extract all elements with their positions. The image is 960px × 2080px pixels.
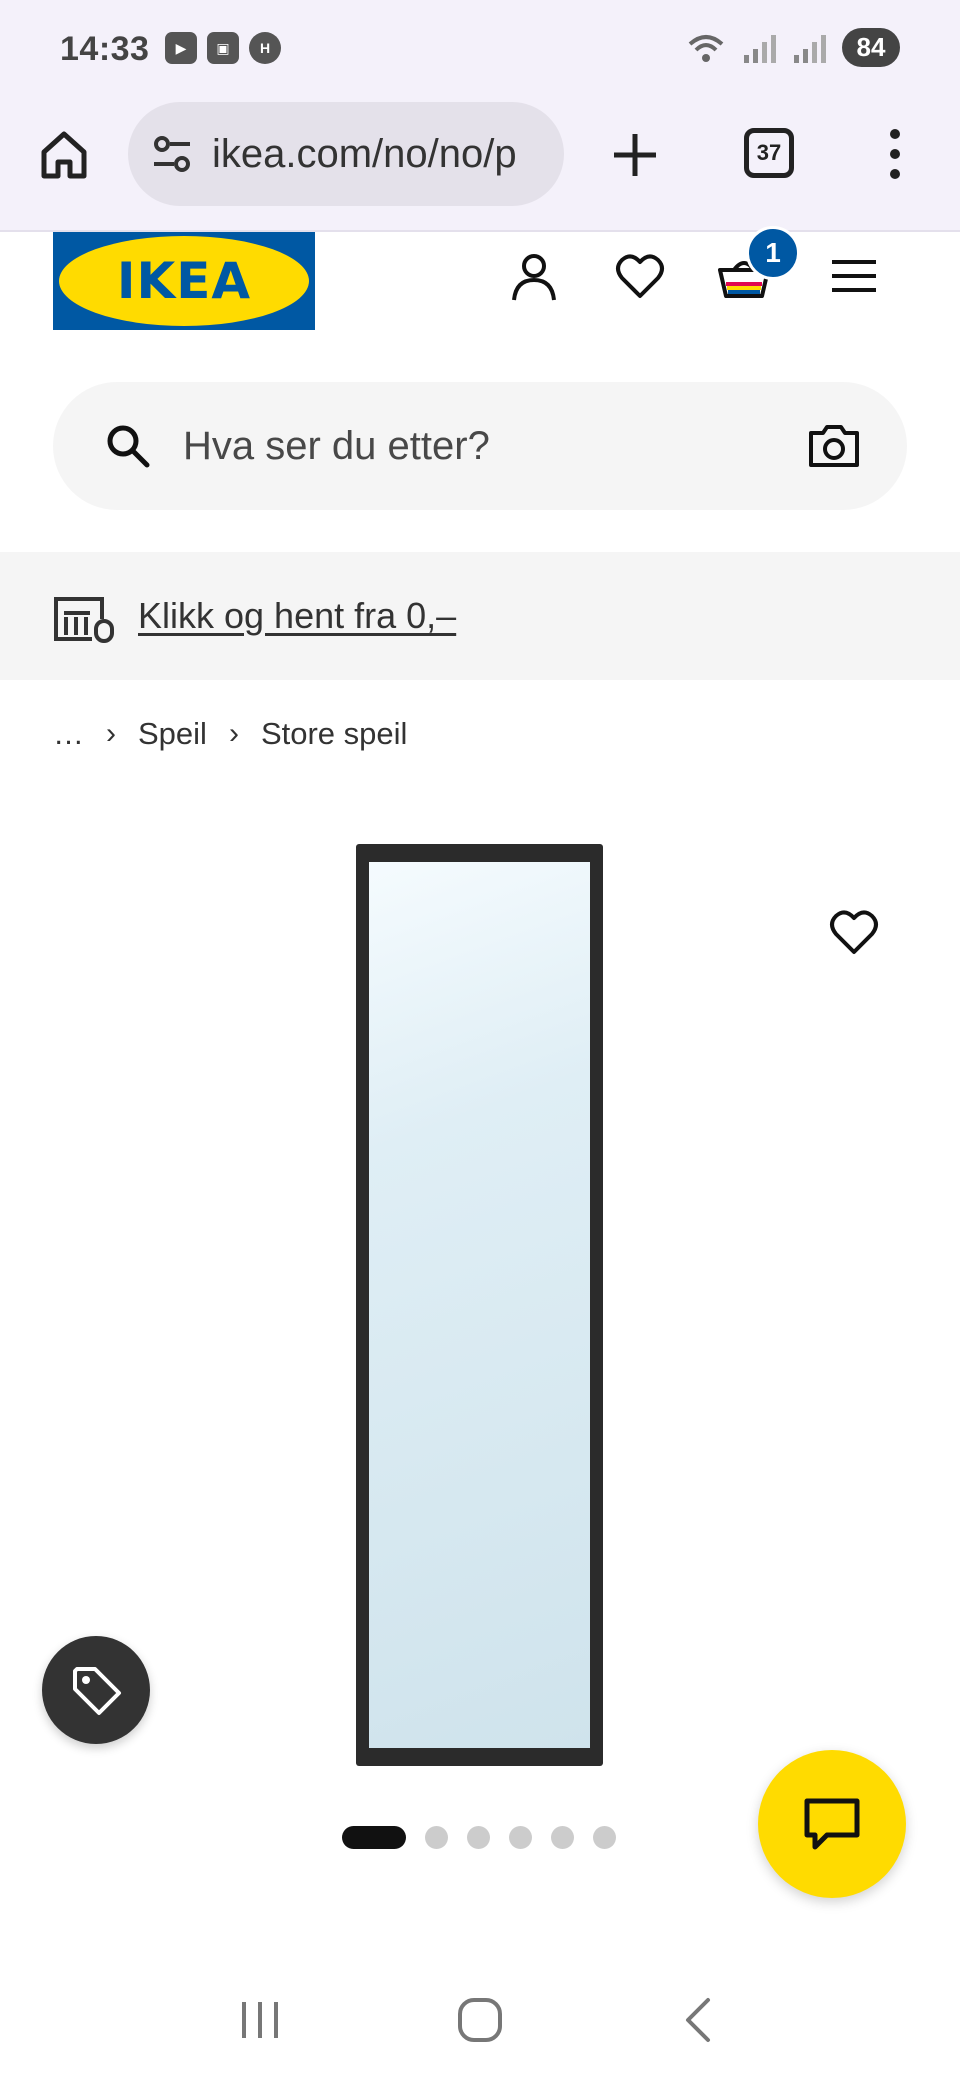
more-options-icon[interactable] [880, 126, 910, 182]
status-bar: 14:33 ▶ ▣ H 84 [0, 0, 960, 96]
system-navigation-bar [0, 1960, 960, 2080]
logo-oval: IKEA [59, 236, 309, 326]
new-tab-icon[interactable] [610, 130, 660, 180]
home-button-icon[interactable] [450, 1990, 510, 2050]
carousel-dot[interactable] [425, 1826, 448, 1849]
screenshot-icon: ▣ [207, 32, 239, 64]
promo-link[interactable]: Klikk og hent fra 0,– [138, 595, 456, 637]
carousel-dot[interactable] [593, 1826, 616, 1849]
youtube-icon: ▶ [165, 32, 197, 64]
heart-icon[interactable] [612, 248, 668, 304]
user-icon[interactable] [506, 248, 562, 304]
chevron-right-icon: › [228, 717, 239, 750]
status-time: 14:33 [60, 30, 150, 68]
cart-count-badge: 1 [746, 226, 800, 280]
product-image[interactable] [356, 844, 603, 1766]
carousel-dot[interactable] [509, 1826, 532, 1849]
hm-icon: H [249, 32, 281, 64]
site-settings-icon[interactable] [150, 132, 194, 176]
price-tag-button[interactable] [42, 1636, 150, 1744]
breadcrumb-item[interactable]: Speil [138, 716, 207, 752]
store-pickup-icon [54, 597, 114, 643]
address-bar[interactable]: ikea.com/no/no/p [128, 102, 564, 206]
ikea-logo[interactable]: IKEA [53, 232, 315, 330]
search-input[interactable]: Hva ser du etter? [53, 382, 907, 510]
camera-icon[interactable] [807, 419, 861, 473]
recent-apps-icon[interactable] [230, 1990, 290, 2050]
carousel-dots [342, 1826, 616, 1849]
carousel-dot[interactable] [551, 1826, 574, 1849]
back-icon[interactable] [670, 1990, 730, 2050]
tag-icon [73, 1667, 121, 1715]
signal-icon [794, 34, 826, 63]
breadcrumb-item[interactable]: Store speil [261, 716, 407, 752]
carousel-dot[interactable] [342, 1826, 406, 1849]
status-notification-icons: ▶ ▣ H [165, 32, 281, 64]
browser-toolbar: ikea.com/no/no/p 37 [0, 96, 960, 232]
click-collect-banner[interactable]: Klikk og hent fra 0,– [0, 552, 960, 680]
breadcrumb: … › Speil › Store speil [53, 716, 407, 752]
search-icon [107, 425, 150, 468]
heart-icon[interactable] [826, 904, 882, 960]
signal-icon [744, 34, 776, 63]
chevron-right-icon: › [106, 717, 116, 750]
search-placeholder: Hva ser du etter? [183, 423, 490, 468]
url-text: ikea.com/no/no/p [212, 131, 517, 176]
home-icon[interactable] [36, 126, 92, 182]
breadcrumb-item[interactable]: … [53, 716, 84, 752]
chat-button[interactable] [758, 1750, 906, 1898]
hamburger-menu-icon[interactable] [826, 248, 882, 304]
tab-switcher-button[interactable]: 37 [744, 128, 794, 178]
carousel-dot[interactable] [467, 1826, 490, 1849]
battery-indicator: 84 [842, 28, 900, 67]
wifi-icon [688, 34, 724, 62]
chat-icon [804, 1798, 860, 1850]
mirror-glass [369, 862, 590, 1748]
status-system-icons: 84 [686, 28, 900, 67]
logo-text: IKEA [116, 252, 252, 310]
